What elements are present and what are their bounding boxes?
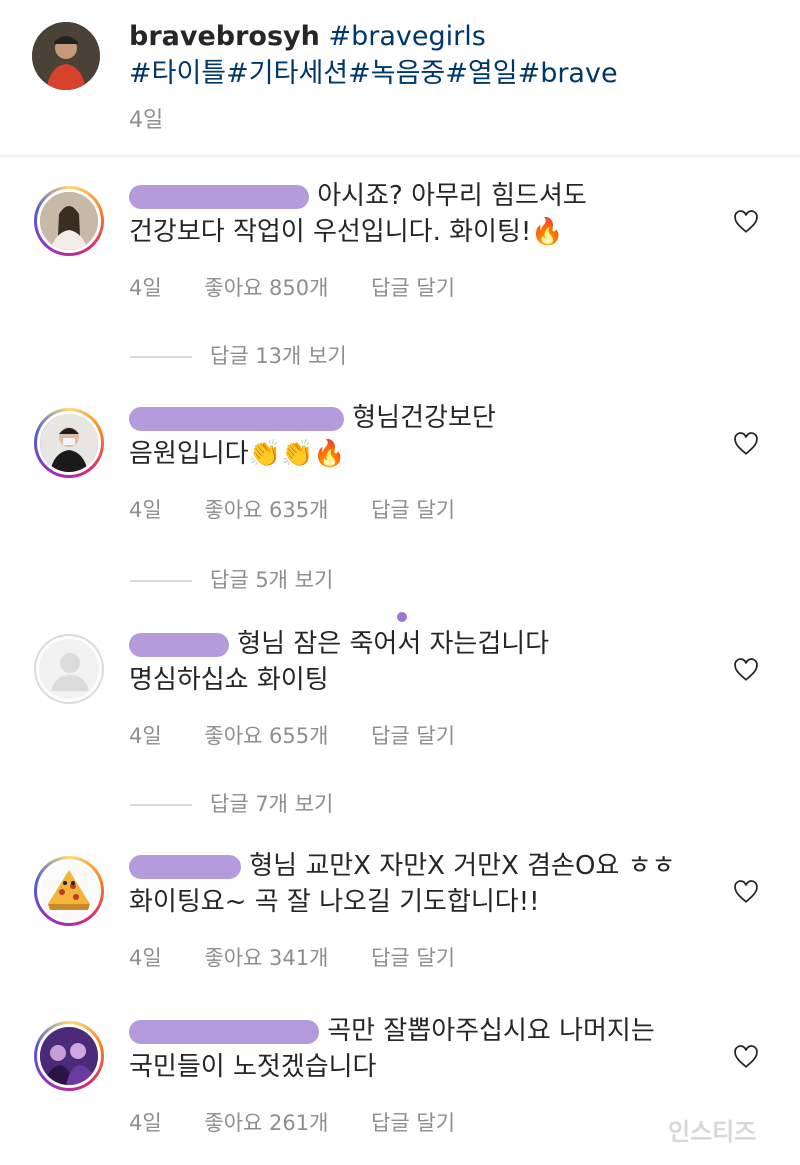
hashtag-line-2[interactable]: #타이틀#기타세션#녹음중#열일#brave — [129, 58, 618, 89]
commenter-avatar[interactable] — [34, 186, 104, 256]
comment-time: 4일 — [129, 276, 162, 300]
view-replies-label[interactable]: 답글 13개 보기 — [210, 344, 347, 368]
commenter-avatar[interactable] — [34, 856, 104, 926]
like-heart-icon[interactable] — [733, 657, 759, 683]
view-replies[interactable]: 답글 7개 보기 — [130, 788, 333, 818]
redacted-username[interactable] — [129, 1019, 319, 1044]
comment-meta: 4일 좋아요 635개 답글 달기 — [129, 494, 491, 524]
redacted-username[interactable] — [129, 854, 241, 879]
comment-time: 4일 — [129, 1111, 162, 1135]
comment-time: 4일 — [129, 724, 162, 748]
comment-text: 형님 잠은 죽어서 자는겁니다 명심하십쇼 화이팅 — [129, 626, 729, 698]
view-replies[interactable]: 답글 13개 보기 — [130, 340, 347, 370]
divider — [0, 155, 800, 157]
watermark: 인스티즈 — [668, 1118, 757, 1146]
comment-meta: 4일 좋아요 341개 답글 달기 — [129, 942, 491, 972]
reply-button[interactable]: 답글 달기 — [371, 946, 455, 970]
comment-time: 4일 — [129, 946, 162, 970]
comment-line-1: 형님건강보단 — [352, 403, 496, 433]
comment-meta: 4일 좋아요 850개 답글 달기 — [129, 272, 491, 302]
comment-line-2: 건강보다 작업이 우선입니다. 화이팅!🔥 — [129, 217, 564, 247]
comment-line-1: 곡만 잘뽑아주십시요 나머지는 — [327, 1016, 655, 1046]
comment-line-1: 아시죠? 아무리 힘드셔도 — [317, 181, 587, 211]
comment-line-2: 화이팅요~ 곡 잘 나오길 기도합니다!! — [129, 887, 540, 917]
replies-divider — [130, 580, 192, 582]
replies-divider — [130, 356, 192, 358]
like-count[interactable]: 좋아요 655개 — [204, 724, 328, 748]
default-avatar-icon — [36, 636, 102, 702]
comment-meta: 4일 좋아요 655개 답글 달기 — [129, 720, 491, 750]
comment-line-2: 국민들이 노젓겠습니다 — [129, 1052, 377, 1082]
caption-text: bravebrosyh #bravegirls #타이틀#기타세션#녹음중#열일… — [129, 18, 618, 92]
like-heart-icon[interactable] — [733, 209, 759, 235]
like-count[interactable]: 좋아요 261개 — [204, 1111, 328, 1135]
post-caption: bravebrosyh #bravegirls #타이틀#기타세션#녹음중#열일… — [0, 0, 800, 157]
comment-text: 곡만 잘뽑아주십시요 나머지는 국민들이 노젓겠습니다 — [129, 1013, 729, 1085]
comment-line-2: 음원입니다👏👏🔥 — [129, 439, 346, 469]
comment-line-1: 형님 잠은 죽어서 자는겁니다 — [237, 629, 550, 659]
like-count[interactable]: 좋아요 635개 — [204, 498, 328, 522]
pizza-avatar-icon — [37, 859, 101, 923]
commenter-avatar[interactable] — [34, 1021, 104, 1091]
like-count[interactable]: 좋아요 341개 — [204, 946, 328, 970]
redacted-username[interactable] — [129, 632, 229, 657]
comment-line-2: 명심하십쇼 화이팅 — [129, 665, 329, 695]
commenter-avatar[interactable] — [34, 408, 104, 478]
view-replies-label[interactable]: 답글 7개 보기 — [210, 792, 333, 816]
avatar-photo — [37, 411, 101, 475]
avatar-photo — [37, 189, 101, 253]
comment-text: 형님 교만X 자만X 거만X 겸손O요 ㅎㅎ 화이팅요~ 곡 잘 나오길 기도합… — [129, 848, 729, 920]
avatar-photo — [37, 1024, 101, 1088]
hashtag-line-1[interactable]: #bravegirls — [328, 21, 485, 52]
comment-time: 4일 — [129, 498, 162, 522]
reply-button[interactable]: 답글 달기 — [371, 1111, 455, 1135]
author-avatar[interactable] — [32, 22, 100, 90]
reply-button[interactable]: 답글 달기 — [371, 276, 455, 300]
redacted-username[interactable] — [129, 406, 344, 431]
comment-item: 아시죠? 아무리 힘드셔도 건강보다 작업이 우선입니다. 화이팅!🔥 4일 좋… — [0, 181, 800, 306]
reply-button[interactable]: 답글 달기 — [371, 498, 455, 522]
comment-text: 아시죠? 아무리 힘드셔도 건강보다 작업이 우선입니다. 화이팅!🔥 — [129, 178, 729, 250]
commenter-avatar[interactable] — [34, 634, 104, 704]
comment-item: 형님건강보단 음원입니다👏👏🔥 4일 좋아요 635개 답글 달기 — [0, 403, 800, 528]
like-heart-icon[interactable] — [733, 879, 759, 905]
comment-text: 형님건강보단 음원입니다👏👏🔥 — [129, 400, 729, 472]
comment-item: 형님 교만X 자만X 거만X 겸손O요 ㅎㅎ 화이팅요~ 곡 잘 나오길 기도합… — [0, 851, 800, 976]
post-timestamp: 4일 — [129, 108, 164, 133]
reply-button[interactable]: 답글 달기 — [371, 724, 455, 748]
comment-item: 형님 잠은 죽어서 자는겁니다 명심하십쇼 화이팅 4일 좋아요 655개 답글… — [0, 629, 800, 754]
redaction-mark — [397, 612, 407, 622]
view-replies[interactable]: 답글 5개 보기 — [130, 564, 333, 594]
like-heart-icon[interactable] — [733, 1044, 759, 1070]
like-heart-icon[interactable] — [733, 431, 759, 457]
replies-divider — [130, 804, 192, 806]
redacted-username[interactable] — [129, 184, 309, 209]
author-username[interactable]: bravebrosyh — [129, 21, 320, 52]
like-count[interactable]: 좋아요 850개 — [204, 276, 328, 300]
comment-meta: 4일 좋아요 261개 답글 달기 — [129, 1107, 491, 1137]
comment-line-1: 형님 교만X 자만X 거만X 겸손O요 ㅎㅎ — [249, 851, 676, 881]
view-replies-label[interactable]: 답글 5개 보기 — [210, 568, 333, 592]
